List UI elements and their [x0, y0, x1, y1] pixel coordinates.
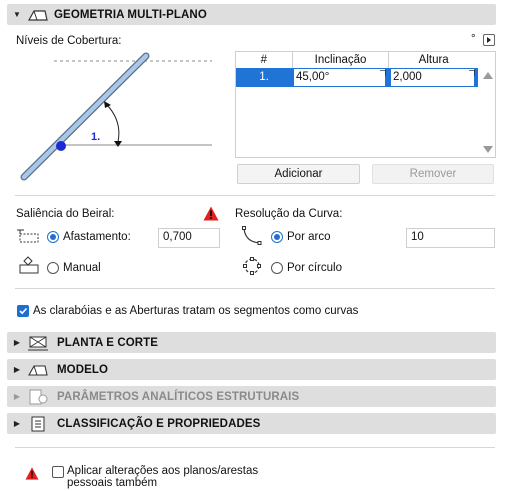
row-number-cell: 1. [259, 71, 269, 83]
plan-section-icon [28, 335, 48, 351]
diagram-level-label: 1. [91, 131, 100, 143]
warning-icon [25, 467, 39, 480]
column-header-height: Altura [418, 54, 449, 66]
manual-radio[interactable] [47, 262, 59, 274]
section-plan-header[interactable]: ▶ PLANTA E CORTE [7, 332, 496, 353]
roof-levels-label: Níveis de Cobertura: [16, 35, 122, 47]
overhang-manual-icon [19, 256, 39, 274]
curve-resolution-label: Resolução da Curva: [235, 208, 343, 220]
manual-label: Manual [63, 262, 101, 274]
inclination-cell[interactable]: 45,00° [294, 69, 388, 86]
apply-personal-label-line1: Aplicar alterações aos planos/arestas [67, 465, 259, 477]
divider [15, 288, 495, 289]
classification-section-icon [28, 416, 48, 432]
pivot-point [56, 141, 66, 151]
apply-personal-checkbox[interactable] [52, 466, 64, 478]
remove-level-button[interactable]: Remover [372, 164, 494, 184]
section-analytic-header[interactable]: ▶ PARÂMETROS ANALÍTICOS ESTRUTURAIS [7, 386, 496, 407]
section-model-title: MODELO [57, 363, 109, 376]
scroll-up-icon[interactable] [483, 72, 493, 79]
offset-input[interactable]: 0,700 [158, 228, 220, 248]
arc-resolution-icon [242, 226, 262, 245]
by-arc-radio[interactable] [271, 231, 283, 243]
skylights-checkbox[interactable] [17, 305, 29, 317]
model-section-icon [28, 362, 48, 378]
divider [15, 447, 495, 448]
analytic-section-icon [28, 389, 48, 405]
roof-plane [21, 53, 149, 180]
chevron-right-icon: ▶ [13, 338, 21, 347]
by-arc-input[interactable]: 10 [406, 228, 495, 248]
section-geometry-title: GEOMETRIA MULTI-PLANO [54, 8, 207, 21]
table-header-row: # Inclinação Altura [236, 52, 478, 69]
chevron-right-icon: ▶ [13, 419, 21, 428]
degree-unit-label: ° [471, 33, 476, 45]
section-classification-header[interactable]: ▶ CLASSIFICAÇÃO E PROPRIEDADES [7, 413, 496, 434]
by-arc-label: Por arco [287, 231, 331, 243]
section-plan-title: PLANTA E CORTE [57, 336, 159, 349]
options-menu-button[interactable] [483, 34, 495, 46]
by-circle-radio[interactable] [271, 262, 283, 274]
angle-arc [107, 105, 120, 143]
chevron-down-icon: ▼ [13, 10, 21, 19]
table-row[interactable]: 1. 45,00° 2,000 [236, 68, 478, 87]
overhang-offset-icon [17, 229, 39, 243]
height-cell[interactable]: 2,000 [391, 69, 477, 86]
skylights-label: As clarabóias e as Aberturas tratam os s… [33, 305, 359, 317]
chevron-right-icon: ▶ [13, 365, 21, 374]
divider [15, 195, 495, 196]
checkmark-icon [19, 307, 28, 315]
play-arrow-icon [487, 37, 491, 43]
scroll-down-icon[interactable] [483, 146, 493, 153]
angle-arrow-top [104, 101, 111, 108]
section-classification-title: CLASSIFICAÇÃO E PROPRIEDADES [57, 417, 261, 430]
add-level-button[interactable]: Adicionar [237, 164, 360, 184]
by-circle-label: Por círculo [287, 262, 342, 274]
section-geometry-header[interactable]: ▼ GEOMETRIA MULTI-PLANO [7, 4, 496, 25]
angle-arrow-bottom [114, 141, 122, 147]
warning-icon [203, 206, 219, 221]
offset-radio[interactable] [47, 231, 59, 243]
roof-multiplane-icon [28, 7, 48, 23]
cell-corner-icon [380, 70, 386, 76]
section-analytic-title: PARÂMETROS ANALÍTICOS ESTRUTURAIS [57, 390, 300, 403]
levels-table[interactable]: # Inclinação Altura 1. 45,00° 2,000 [235, 51, 496, 158]
cell-corner-icon [469, 70, 475, 76]
section-model-header[interactable]: ▶ MODELO [7, 359, 496, 380]
chevron-right-icon: ▶ [13, 392, 21, 401]
column-header-inclination: Inclinação [293, 52, 390, 68]
offset-label: Afastamento: [63, 231, 131, 243]
apply-personal-label-line2: pessoais também [67, 477, 158, 489]
overhang-label: Saliência do Beiral: [16, 208, 115, 220]
circle-resolution-icon [243, 257, 261, 275]
column-header-number: # [236, 52, 293, 68]
roof-level-diagram: 1. [20, 52, 212, 181]
